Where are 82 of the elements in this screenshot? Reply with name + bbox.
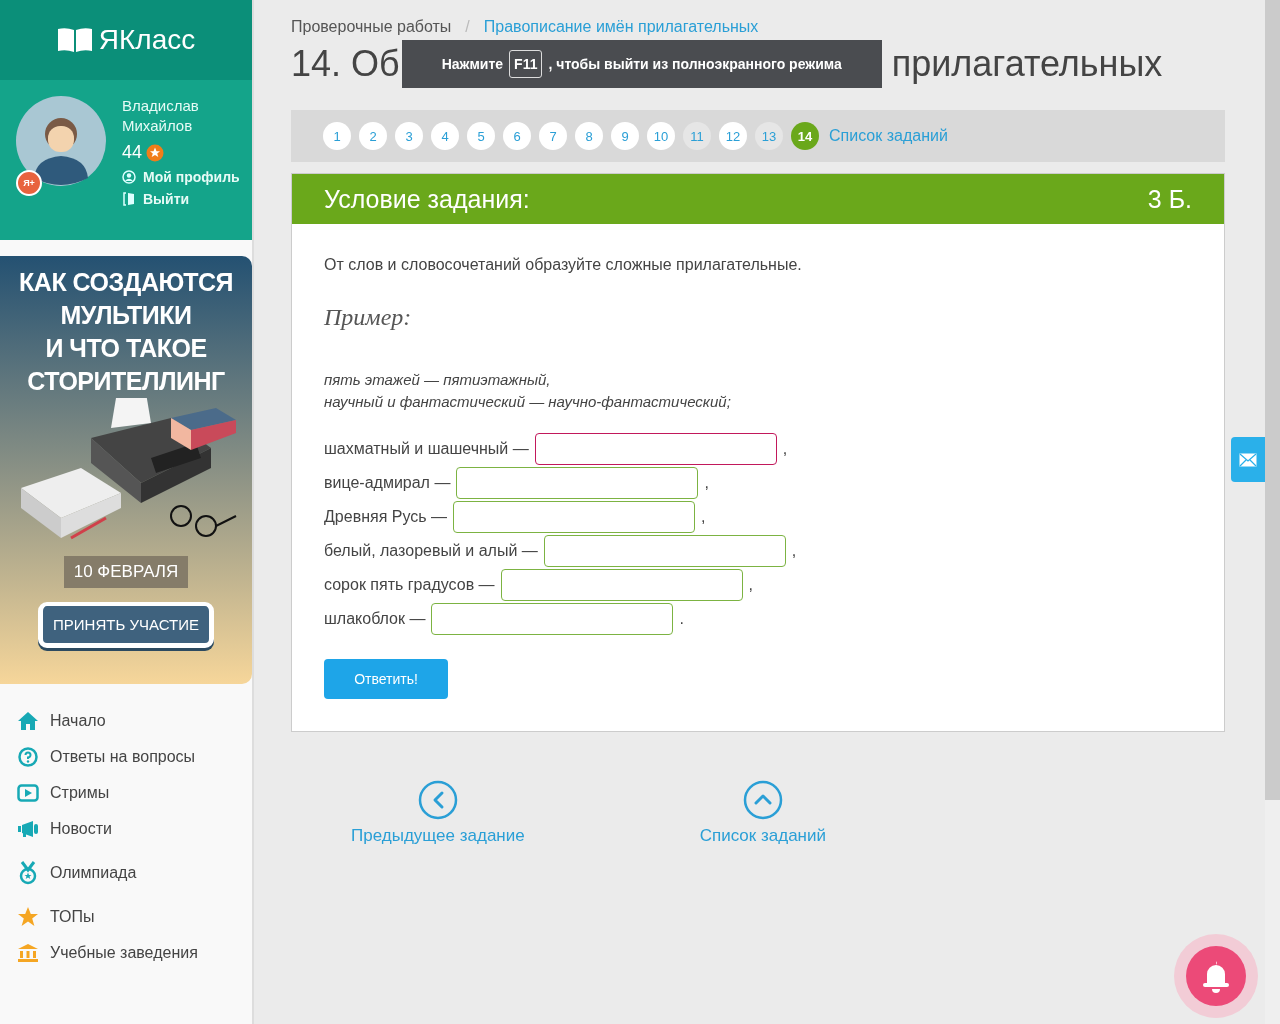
answer-field[interactable]: [456, 467, 699, 499]
nav-link[interactable]: Предыдущее задание: [351, 780, 525, 846]
punctuation: ,: [748, 576, 754, 594]
nav-item[interactable]: Олимпиада: [16, 860, 252, 886]
scrollbar-thumb[interactable]: [1265, 0, 1280, 800]
page-number[interactable]: 14: [791, 122, 819, 150]
page-number[interactable]: 13: [755, 122, 783, 150]
question-icon: [16, 747, 40, 767]
breadcrumb-separator: /: [465, 18, 470, 36]
task-list-link[interactable]: Список заданий: [829, 127, 948, 145]
user-surname: Михайлов: [122, 116, 194, 136]
nav-item[interactable]: Стримы: [16, 780, 252, 806]
nav-item[interactable]: ТОПы: [16, 904, 252, 930]
page-number[interactable]: 8: [575, 122, 603, 150]
home-icon: [16, 711, 40, 731]
prompt-text: Древняя Русь —: [324, 508, 447, 526]
page-number[interactable]: 11: [683, 122, 711, 150]
nav-item[interactable]: Учебные заведения: [16, 940, 252, 966]
answer-field[interactable]: [453, 501, 695, 533]
star-icon: [16, 906, 40, 928]
page-number[interactable]: 3: [395, 122, 423, 150]
profile-link[interactable]: Выйти: [143, 191, 190, 207]
punctuation: .: [679, 610, 684, 628]
plus-badge: Я+: [16, 170, 42, 196]
breadcrumb: Проверочные работы: [291, 18, 452, 36]
key-label: F11: [509, 50, 543, 78]
prompt-text: сорок пять градусов —: [324, 576, 495, 594]
notice-text: , чтобы выйти из полноэкранного режима: [548, 56, 842, 72]
door-icon: [122, 192, 136, 206]
envelope-icon: [1239, 452, 1257, 467]
user-icon: [122, 170, 136, 184]
notice-text: Нажмите: [441, 56, 504, 72]
play-icon: [16, 784, 40, 802]
answer-field[interactable]: [543, 535, 786, 567]
page-number[interactable]: 1: [323, 122, 351, 150]
page-title: прилагательных: [891, 43, 1163, 85]
example-line: научный и фантастический — научно-фантастический;: [324, 392, 732, 412]
punctuation: ,: [791, 542, 797, 560]
book-icon: [56, 27, 93, 53]
answer-field[interactable]: [431, 603, 674, 635]
prompt-text: вице-адмирал —: [324, 474, 451, 492]
page-number[interactable]: 6: [503, 122, 531, 150]
prompt-text: белый, лазоревый и алый —: [324, 542, 538, 560]
page-number[interactable]: 10: [647, 122, 675, 150]
nav-item[interactable]: Начало: [16, 708, 252, 734]
star-coin-icon: [146, 143, 165, 162]
user-name: Владислав: [122, 96, 200, 116]
mail-button[interactable]: [1231, 437, 1265, 482]
page-number[interactable]: 4: [431, 122, 459, 150]
example-heading: Пример:: [324, 304, 413, 331]
example-line: пять этажей — пятиэтажный,: [324, 370, 552, 390]
answer-field[interactable]: [500, 569, 743, 601]
page-number[interactable]: 5: [467, 122, 495, 150]
breadcrumb[interactable]: Правописание имён прилагательных: [483, 18, 759, 36]
page-number[interactable]: 9: [611, 122, 639, 150]
task-score: 3 Б.: [1147, 184, 1192, 214]
page-title: 14. Об: [291, 43, 400, 85]
bell-icon: [1200, 959, 1232, 993]
task-heading: Условие задания:: [324, 184, 530, 214]
submit-button[interactable]: Ответить!: [324, 659, 448, 699]
punctuation: ,: [704, 474, 709, 492]
join-button[interactable]: ПРИНЯТЬ УЧАСТИЕ: [38, 602, 214, 648]
page-number[interactable]: 7: [539, 122, 567, 150]
answer-field[interactable]: [534, 433, 777, 465]
nav-item[interactable]: Ответы на вопросы: [16, 744, 252, 770]
page-number[interactable]: 12: [719, 122, 747, 150]
punctuation: ,: [701, 508, 706, 526]
promo-banner[interactable]: КАК СОЗДАЮТСЯ МУЛЬТИКИ И ЧТО ТАКОЕ СТОРИТЕЛЛИНГ 10 ФЕВРАЛЯ ПРИНЯТЬ УЧАСТИЕ: [0, 256, 252, 684]
promo-headline: КАК СОЗДАЮТСЯ МУЛЬТИКИ И ЧТО ТАКОЕ СТОРИТЕЛЛИНГ: [19, 267, 233, 397]
page-number[interactable]: 2: [359, 122, 387, 150]
megaphone-icon: [16, 820, 40, 838]
promo-date: 10 ФЕВРАЛЯ: [63, 556, 189, 588]
building-icon: [16, 943, 40, 963]
profile-link[interactable]: Мой профиль: [143, 169, 240, 185]
points-count: 44: [122, 142, 143, 163]
prompt-text: шахматный и шашечный —: [324, 440, 529, 458]
nav-item[interactable]: Новости: [16, 816, 252, 842]
logo-text: ЯКласс: [98, 24, 196, 56]
nav-link[interactable]: Список заданий: [699, 780, 826, 846]
instruction-text: От слов и словосочетаний образуйте сложные прилагательные.: [324, 256, 803, 274]
prompt-text: шлакоблок —: [324, 610, 426, 628]
punctuation: ,: [782, 440, 788, 458]
